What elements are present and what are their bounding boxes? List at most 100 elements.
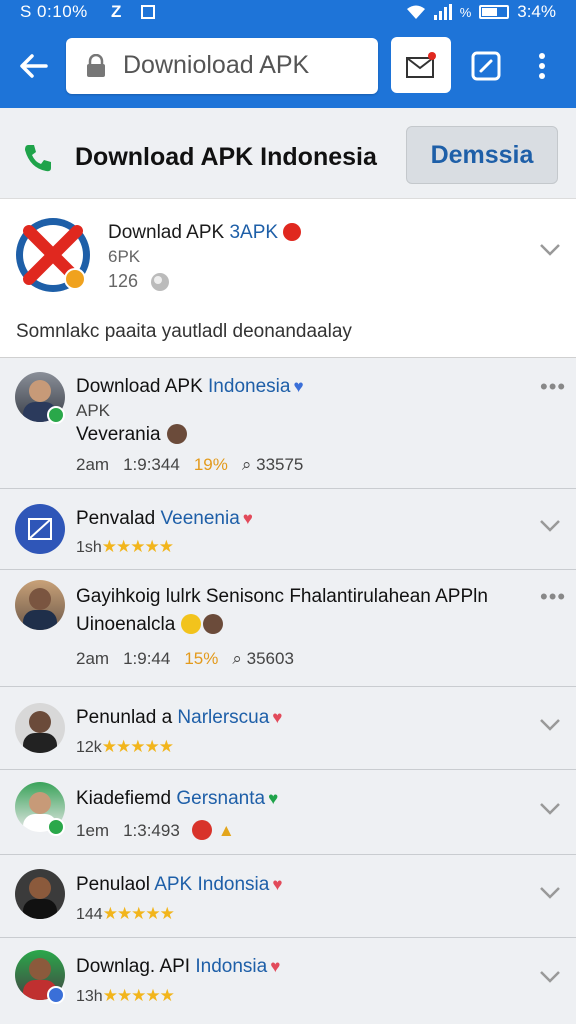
item-title-text: Penulaol [76, 874, 155, 895]
meta-count: 35603 [246, 649, 294, 668]
emoji-icon [181, 614, 202, 634]
status-badge [47, 818, 65, 836]
list-item[interactable]: Kiadefiemd Gersnanta ♥ 1em 1:3:493 ▲ [0, 770, 576, 855]
avatar [15, 580, 65, 630]
item-title: Kiadefiemd Gersnanta ♥ [76, 788, 278, 810]
heart-icon: ♥ [242, 509, 253, 528]
status-bar: S 0:10% Z % 3:4% [0, 0, 576, 24]
more-vert-icon[interactable] [532, 50, 552, 82]
item-title-text: Kiadefiemd [76, 788, 177, 809]
list-item[interactable]: Download APK Indonesia ♥ APK Veverania 2a… [0, 358, 576, 489]
back-arrow-icon[interactable] [18, 50, 50, 82]
warning-icon: ▲ [217, 821, 235, 840]
flower-icon [191, 820, 212, 840]
item-title: Penvalad Veenenia ♥ [76, 508, 253, 530]
status-left-text: S 0:10% [20, 2, 88, 21]
item-title-highlight: Gersnanta [176, 788, 266, 809]
chevron-down-icon[interactable] [539, 886, 561, 900]
rating-prefix: 144 [76, 906, 103, 923]
item-title-highlight: Indonsia [195, 956, 268, 977]
more-horiz-icon[interactable]: ••• [540, 374, 566, 400]
stars: ★★★★★ [102, 904, 175, 923]
app-description: Somnlakc paaita yautladl deonandaalay [16, 321, 352, 342]
heart-icon: ♥ [270, 957, 281, 976]
rating-prefix: 13h [76, 988, 103, 1005]
chevron-down-icon[interactable] [539, 519, 561, 533]
status-badge [47, 406, 65, 424]
comment-icon: ⌕ [232, 649, 242, 668]
mail-button[interactable] [391, 37, 451, 93]
wifi-icon [406, 5, 425, 19]
item-rating: 1sh★★★★★ [76, 537, 174, 557]
chevron-down-icon[interactable] [539, 243, 561, 257]
app-name-highlight: 3APK [229, 222, 279, 243]
list-item[interactable]: Penunlad a Narlerscua ♥ 12k★★★★★ [0, 687, 576, 770]
edit-icon[interactable] [470, 50, 502, 82]
status-right: % 3:4% [406, 2, 556, 22]
meta-count: 33575 [256, 455, 304, 474]
meta-clock: 1:9:44 [123, 649, 171, 668]
item-subtitle: APK [76, 401, 111, 420]
list-item[interactable]: Penulaol APK Indonsia ♥ 144★★★★★ [0, 855, 576, 938]
item-title-text: Penunlad a [76, 707, 178, 728]
item-title-highlight: APK Indonsia [154, 874, 270, 895]
item-meta: 1em 1:3:493 ▲ [76, 820, 235, 841]
chevron-down-icon[interactable] [539, 970, 561, 984]
list-item[interactable]: Downlag. API Indonsia ♥ 13h★★★★★ [0, 938, 576, 1024]
meta-time: 2am [76, 649, 110, 668]
item-author: Veverania [76, 424, 187, 446]
status-time: 3:4% [517, 2, 556, 21]
rating-prefix: 12k [76, 739, 102, 756]
item-rating: 13h★★★★★ [76, 986, 175, 1006]
header-action-label: Demssia [430, 141, 534, 169]
avatar-small [166, 424, 187, 444]
chevron-down-icon[interactable] [539, 802, 561, 816]
chevron-down-icon[interactable] [539, 718, 561, 732]
app-count: 126 [108, 271, 139, 291]
meta-clock: 1:9:344 [123, 455, 180, 474]
item-title: Penulaol APK Indonsia ♥ [76, 874, 282, 896]
globe-icon [151, 273, 169, 291]
meta-time: 2am [76, 455, 110, 474]
meta-percent: 19% [193, 455, 228, 474]
avatar [15, 869, 65, 919]
stars: ★★★★★ [101, 537, 174, 556]
item-title-text: Download APK [76, 376, 209, 397]
more-horiz-icon[interactable]: ••• [540, 584, 566, 610]
battery-icon [479, 5, 510, 19]
page-title: Download APK Indonesia [75, 143, 377, 171]
page-header: Download APK Indonesia Demssia [0, 108, 576, 196]
avatar [15, 504, 65, 554]
mail-icon [406, 52, 436, 78]
app-card[interactable]: Downlad APK 3APK 6PK 126 Somnlakc paaita… [0, 198, 576, 358]
list-item[interactable]: Gayihkoig lulrk Senisonc Fhalantirulahea… [0, 570, 576, 687]
heart-icon: ♥ [293, 377, 304, 396]
item-rating: 144★★★★★ [76, 904, 175, 924]
item-author: Uinoenalcla [76, 614, 224, 636]
meta-percent: 15% [184, 649, 219, 668]
url-text: Downioload APK [123, 51, 310, 79]
item-title-highlight: Indonesia [208, 376, 291, 397]
app-bar: Downioload APK [0, 24, 576, 108]
app-logo [16, 218, 90, 292]
app-name-text: Downlad APK [108, 222, 230, 243]
item-title-text: Penvalad [76, 508, 161, 529]
heart-icon: ♥ [268, 789, 279, 808]
item-title-highlight: Narlerscua [177, 707, 270, 728]
url-bar[interactable]: Downioload APK [66, 38, 378, 94]
comment-icon: ⌕ [241, 455, 252, 474]
header-action-button[interactable]: Demssia [406, 126, 558, 184]
item-author-text: Veverania [76, 424, 161, 445]
meta-clock: 1:3:493 [123, 821, 180, 840]
item-title: Gayihkoig lulrk Senisonc Fhalantirulahea… [76, 586, 488, 607]
app-type: 6PK [108, 247, 141, 266]
status-badge [47, 986, 65, 1004]
avatar-small [203, 614, 224, 634]
heart-icon: ♥ [272, 875, 283, 894]
status-carrier-icon: Z [111, 2, 122, 21]
item-title-highlight: Veenenia [160, 508, 240, 529]
list-item[interactable]: Penvalad Veenenia ♥ 1sh★★★★★ [0, 489, 576, 570]
battery-percent: % [459, 4, 472, 20]
rating-prefix: 1sh [76, 539, 102, 556]
item-title: Penunlad a Narlerscua ♥ [76, 707, 282, 729]
